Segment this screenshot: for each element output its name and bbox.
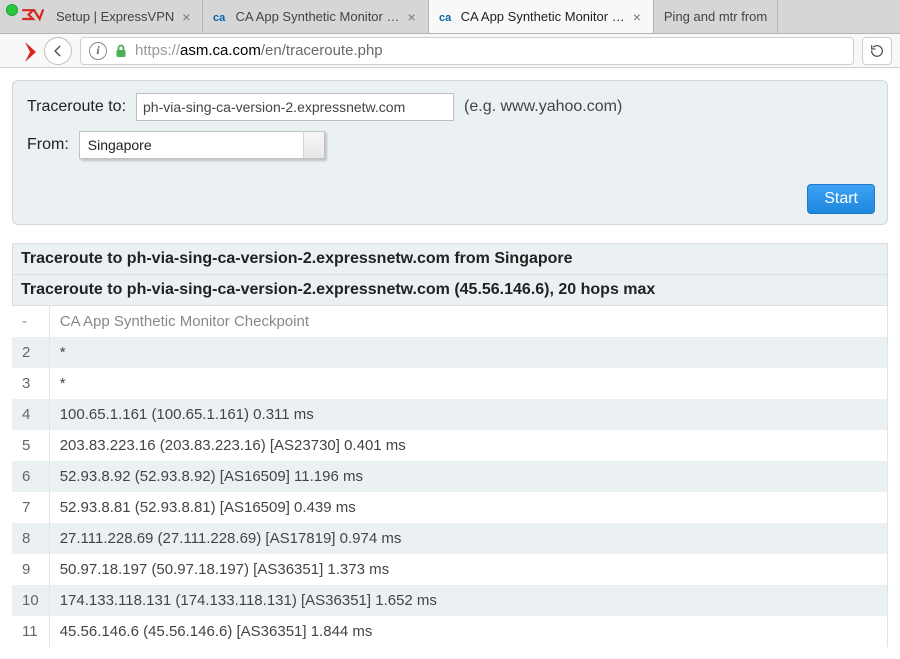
bookmark-app-icon	[22, 40, 36, 62]
back-button[interactable]	[44, 37, 72, 65]
address-bar[interactable]: i https://asm.ca.com/en/traceroute.php	[80, 37, 854, 65]
hop-text: 100.65.1.161 (100.65.1.161) 0.311 ms	[49, 399, 887, 430]
expressvpn-logo-icon	[22, 8, 44, 26]
tab-ca-monitor-2[interactable]: ca CA App Synthetic Monitor … ×	[429, 0, 654, 33]
table-row: -CA App Synthetic Monitor Checkpoint	[12, 306, 888, 337]
hop-number: 3	[12, 368, 49, 399]
reload-button[interactable]	[862, 37, 892, 65]
hop-text: 50.97.18.197 (50.97.18.197) [AS36351] 1.…	[49, 554, 887, 585]
close-icon[interactable]: ×	[180, 10, 192, 24]
table-row: 1145.56.146.6 (45.56.146.6) [AS36351] 1.…	[12, 616, 888, 647]
ca-favicon-icon: ca	[439, 9, 455, 25]
hop-text: 203.83.223.16 (203.83.223.16) [AS23730] …	[49, 430, 887, 461]
traceroute-hint: (e.g. www.yahoo.com)	[464, 98, 622, 116]
traceroute-form: Traceroute to: (e.g. www.yahoo.com) From…	[12, 80, 888, 225]
hop-number: 8	[12, 523, 49, 554]
hop-text: *	[49, 368, 887, 399]
window-traffic-light-green[interactable]	[6, 4, 18, 16]
tab-ca-monitor-1[interactable]: ca CA App Synthetic Monitor … ×	[203, 0, 428, 33]
tab-setup-expressvpn[interactable]: Setup | ExpressVPN ×	[46, 0, 203, 33]
results-subheading: Traceroute to ph-via-sing-ca-version-2.e…	[12, 275, 888, 306]
ca-favicon-icon: ca	[213, 9, 229, 25]
hop-number: -	[12, 306, 49, 337]
url-text: https://asm.ca.com/en/traceroute.php	[135, 42, 383, 59]
tab-ping-mtr[interactable]: Ping and mtr from	[654, 0, 778, 33]
traceroute-label: Traceroute to:	[27, 98, 126, 116]
page-content: Traceroute to: (e.g. www.yahoo.com) From…	[0, 68, 900, 659]
table-row: 4100.65.1.161 (100.65.1.161) 0.311 ms	[12, 399, 888, 430]
results-heading: Traceroute to ph-via-sing-ca-version-2.e…	[12, 244, 888, 275]
hop-number: 4	[12, 399, 49, 430]
results: Traceroute to ph-via-sing-ca-version-2.e…	[12, 243, 888, 647]
table-row: 3*	[12, 368, 888, 399]
table-row: 2*	[12, 337, 888, 368]
svg-text:ca: ca	[213, 12, 226, 24]
hop-text: 174.133.118.131 (174.133.118.131) [AS363…	[49, 585, 887, 616]
hop-number: 9	[12, 554, 49, 585]
from-label: From:	[27, 136, 69, 154]
hop-text: CA App Synthetic Monitor Checkpoint	[49, 306, 887, 337]
table-row: 652.93.8.92 (52.93.8.92) [AS16509] 11.19…	[12, 461, 888, 492]
hop-text: 45.56.146.6 (45.56.146.6) [AS36351] 1.84…	[49, 616, 887, 647]
hop-number: 10	[12, 585, 49, 616]
table-row: 10174.133.118.131 (174.133.118.131) [AS3…	[12, 585, 888, 616]
toolbar: i https://asm.ca.com/en/traceroute.php	[0, 34, 900, 68]
svg-text:ca: ca	[439, 12, 452, 24]
from-select[interactable]: Singapore	[79, 131, 325, 159]
table-row: 5203.83.223.16 (203.83.223.16) [AS23730]…	[12, 430, 888, 461]
traceroute-host-input[interactable]	[136, 93, 454, 121]
hop-number: 5	[12, 430, 49, 461]
lock-icon	[115, 44, 127, 58]
hop-number: 11	[12, 616, 49, 647]
hop-number: 7	[12, 492, 49, 523]
tab-strip: Setup | ExpressVPN × ca CA App Synthetic…	[0, 0, 900, 34]
hop-number: 2	[12, 337, 49, 368]
hop-text: 52.93.8.81 (52.93.8.81) [AS16509] 0.439 …	[49, 492, 887, 523]
close-icon[interactable]: ×	[405, 10, 417, 24]
table-row: 950.97.18.197 (50.97.18.197) [AS36351] 1…	[12, 554, 888, 585]
hop-table: -CA App Synthetic Monitor Checkpoint2*3*…	[12, 306, 888, 647]
table-row: 752.93.8.81 (52.93.8.81) [AS16509] 0.439…	[12, 492, 888, 523]
close-icon[interactable]: ×	[631, 10, 643, 24]
table-row: 827.111.228.69 (27.111.228.69) [AS17819]…	[12, 523, 888, 554]
site-info-icon[interactable]: i	[89, 42, 107, 60]
hop-number: 6	[12, 461, 49, 492]
hop-text: 52.93.8.92 (52.93.8.92) [AS16509] 11.196…	[49, 461, 887, 492]
hop-text: 27.111.228.69 (27.111.228.69) [AS17819] …	[49, 523, 887, 554]
hop-text: *	[49, 337, 887, 368]
start-button[interactable]: Start	[807, 184, 875, 214]
